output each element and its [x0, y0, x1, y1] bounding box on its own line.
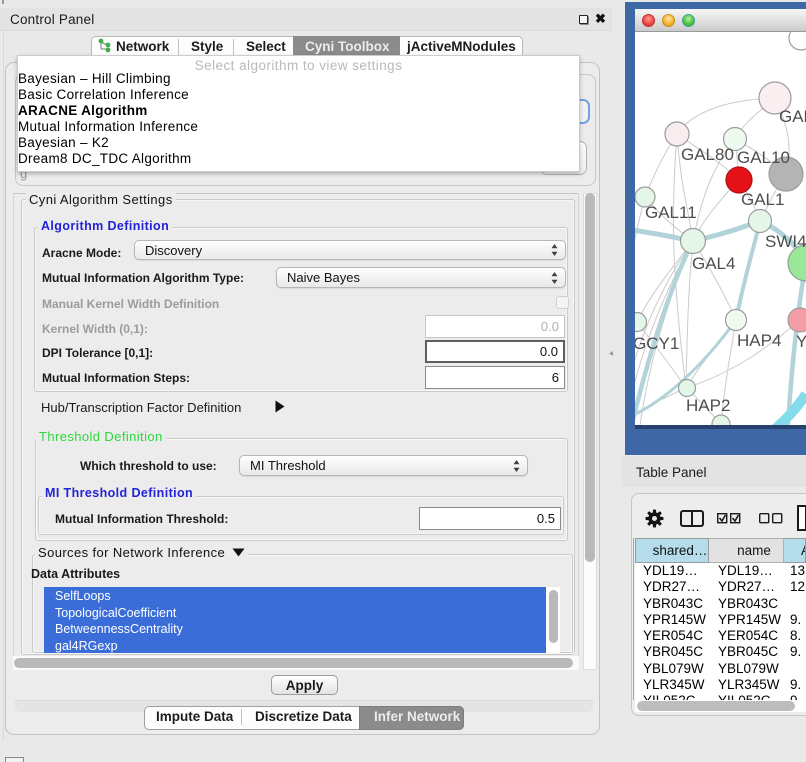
svg-text:GAL11: GAL11	[645, 203, 697, 222]
svg-text:GCY1: GCY1	[635, 334, 679, 353]
svg-text:GAL1: GAL1	[741, 190, 784, 209]
svg-text:SWI4: SWI4	[765, 232, 806, 251]
svg-text:HAP2: HAP2	[686, 396, 730, 415]
svg-text:Y: Y	[796, 332, 806, 351]
svg-text:HAP4: HAP4	[737, 331, 781, 350]
svg-text:GAL80: GAL80	[681, 145, 734, 164]
svg-text:GAL10: GAL10	[737, 148, 790, 167]
svg-text:GAL2: GAL2	[779, 107, 806, 126]
svg-text:GAL4: GAL4	[692, 254, 735, 273]
